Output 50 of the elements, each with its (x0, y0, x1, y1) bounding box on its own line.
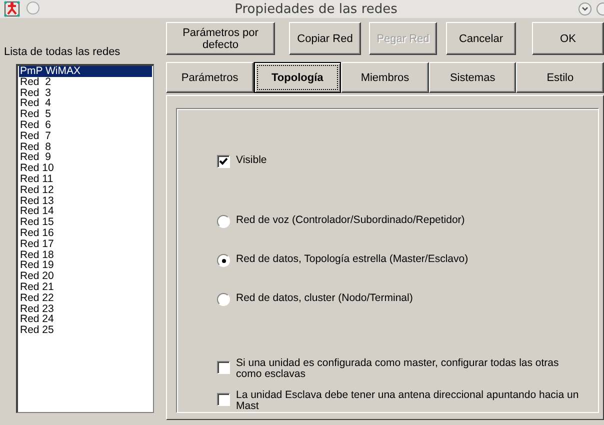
list-item[interactable]: Red 19 (19, 260, 152, 272)
tab[interactable]: Sistemas (428, 62, 516, 93)
tab[interactable]: Topología (254, 62, 342, 93)
radio-label: Red de voz (Controlador/Subordinado/Repetidor) (236, 215, 465, 226)
radio-button[interactable] (217, 215, 230, 228)
list-item[interactable]: Red 4 (19, 98, 152, 110)
checkbox-label: La unidad Esclava debe tener una antena direccional apuntando hacia un Mast (236, 390, 580, 412)
radio-label: Red de datos, Topología estrella (Master/Esclavo) (236, 254, 468, 265)
radio-button[interactable] (217, 293, 230, 306)
tab[interactable]: Estilo (516, 62, 604, 93)
list-item[interactable]: PmP WiMAX (19, 66, 152, 77)
dialog-button[interactable]: OK (532, 22, 604, 55)
tab[interactable]: Miembros (341, 62, 429, 93)
checkbox-label: Visible (236, 155, 267, 166)
list-item[interactable]: Red 25 (19, 325, 152, 336)
list-item[interactable]: Red 12 (19, 184, 152, 196)
checkbox[interactable] (217, 393, 230, 406)
list-label: Lista de todas las redes (3, 46, 122, 60)
list-item[interactable]: Red 24 (19, 314, 152, 326)
checkbox[interactable] (217, 361, 230, 374)
minimize-icon[interactable] (578, 2, 592, 16)
list-item[interactable]: Red 6 (19, 120, 152, 131)
list-item[interactable]: Red 15 (19, 217, 152, 228)
checkbox-label: Si una unidad es configurada como master, configurar todas las otras como esclavas (236, 358, 560, 380)
tab[interactable]: Parámetros (166, 62, 254, 93)
radio-button[interactable] (217, 254, 230, 267)
dialog-button[interactable]: Copiar Red (289, 22, 361, 55)
list-item[interactable]: Red 20 (19, 271, 152, 282)
list-item[interactable]: Red 10 (19, 163, 152, 174)
app-icon (4, 1, 20, 17)
list-item[interactable]: Red 23 (19, 304, 152, 314)
list-item[interactable]: Red 11 (19, 174, 152, 185)
list-item[interactable]: Red 9 (19, 152, 152, 164)
list-item[interactable]: Red 22 (19, 292, 152, 304)
list-item[interactable]: Red 21 (19, 282, 152, 293)
list-item[interactable]: Red 3 (19, 88, 152, 98)
list-item[interactable]: Red 13 (19, 196, 152, 206)
dialog-button[interactable]: Cancelar (446, 22, 516, 55)
list-item[interactable]: Red 16 (19, 228, 152, 239)
list-item[interactable]: Red 18 (19, 250, 152, 260)
checkbox[interactable] (217, 155, 230, 168)
list-item[interactable]: Red 8 (19, 142, 152, 152)
list-item[interactable]: Red 2 (19, 76, 152, 88)
list-item[interactable]: Red 7 (19, 130, 152, 142)
dialog-button[interactable]: Parámetros por defecto (166, 22, 275, 55)
radio-label: Red de datos, cluster (Nodo/Terminal) (236, 293, 413, 304)
list-item[interactable]: Red 17 (19, 238, 152, 250)
window-title: Propiedades de las redes (234, 2, 398, 16)
list-item[interactable]: Red 5 (19, 109, 152, 120)
list-item[interactable]: Red 14 (19, 206, 152, 218)
